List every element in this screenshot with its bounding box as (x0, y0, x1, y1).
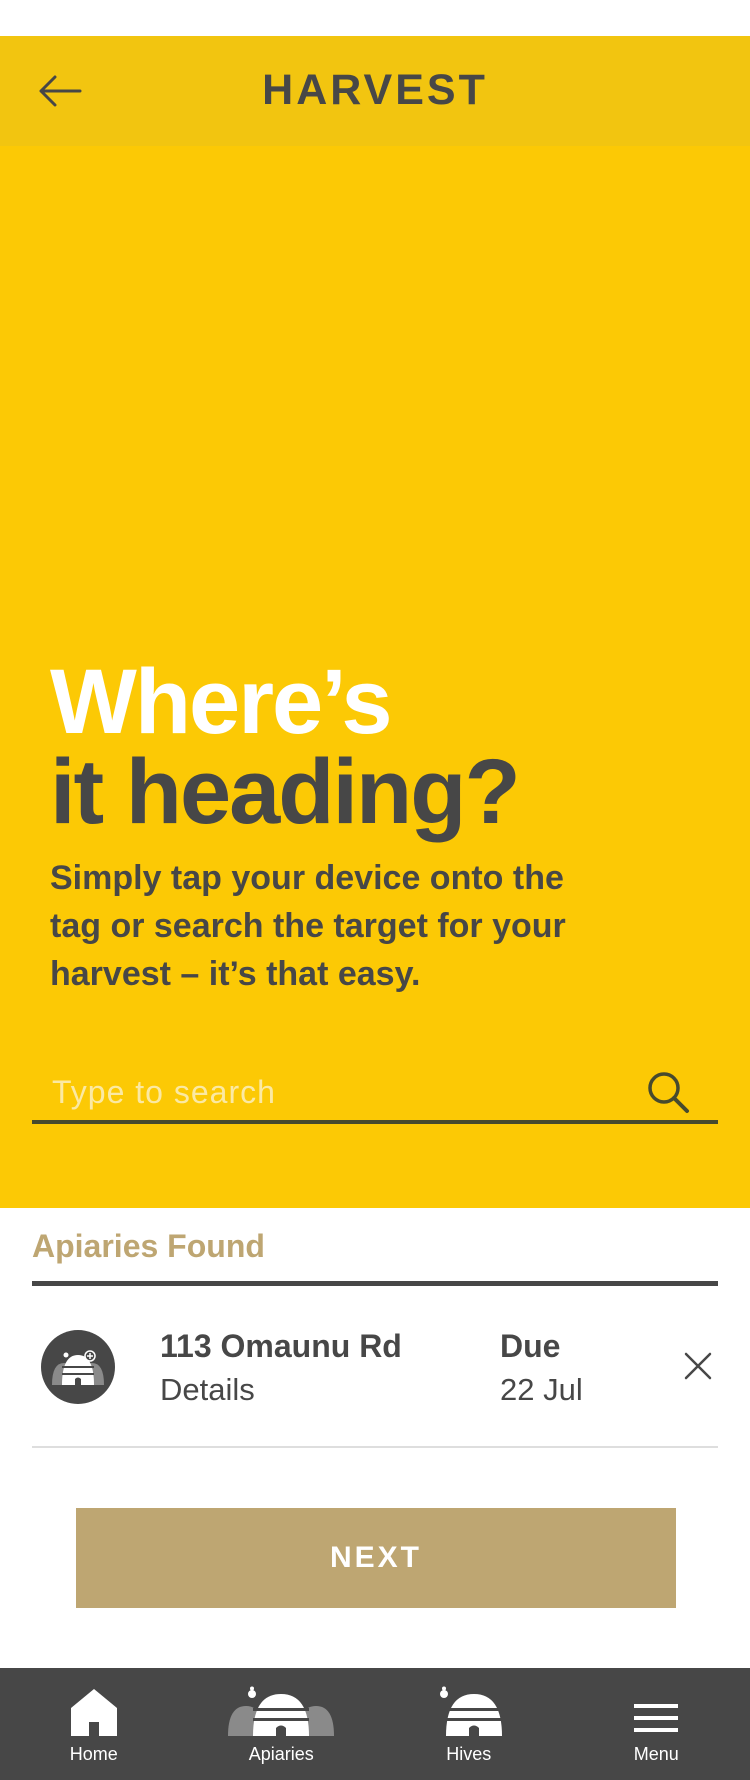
close-icon[interactable] (678, 1346, 718, 1386)
status-bar-area (0, 0, 750, 36)
bottom-nav: Home Apiaries Hives Menu (0, 1668, 750, 1780)
nav-item-hives[interactable]: Hives (375, 1668, 563, 1780)
search-input[interactable] (52, 1066, 632, 1118)
next-button[interactable]: NEXT (76, 1508, 676, 1608)
hive-icon (439, 1686, 502, 1736)
menu-icon (634, 1704, 679, 1732)
app-header: HARVEST (0, 36, 750, 146)
hero-panel: Where’s it heading? Simply tap your devi… (0, 146, 750, 1208)
home-icon (70, 1689, 117, 1736)
nav-item-menu[interactable]: Menu (563, 1668, 750, 1780)
search-icon[interactable] (646, 1070, 690, 1114)
nav-label-hives: Hives (446, 1744, 492, 1764)
search-field (32, 1066, 718, 1124)
nav-label-home: Home (69, 1744, 118, 1764)
due-date: 22 Jul (500, 1372, 583, 1407)
due-label: Due (500, 1328, 561, 1364)
nav-label-menu: Menu (633, 1744, 679, 1764)
results-section-title: Apiaries Found (32, 1228, 265, 1264)
apiary-result-row[interactable]: 113 Omaunu Rd Details Due 22 Jul (32, 1286, 718, 1448)
headline-line-2: it heading? (50, 741, 521, 843)
headline-line-1: Where’s (50, 651, 392, 753)
apiaries-icon (228, 1686, 335, 1736)
nav-label-apiaries: Apiaries (248, 1744, 314, 1764)
nav-item-apiaries[interactable]: Apiaries (188, 1668, 376, 1780)
apiary-details-link[interactable]: Details (160, 1372, 255, 1408)
apiary-avatar (41, 1330, 115, 1404)
page-title: HARVEST (262, 66, 488, 114)
nav-item-home[interactable]: Home (0, 1668, 188, 1780)
apiary-name: 113 Omaunu Rd (160, 1328, 402, 1364)
apiary-icon (52, 1350, 104, 1385)
hero-subtext: Simply tap your device onto the tag or s… (50, 859, 566, 993)
